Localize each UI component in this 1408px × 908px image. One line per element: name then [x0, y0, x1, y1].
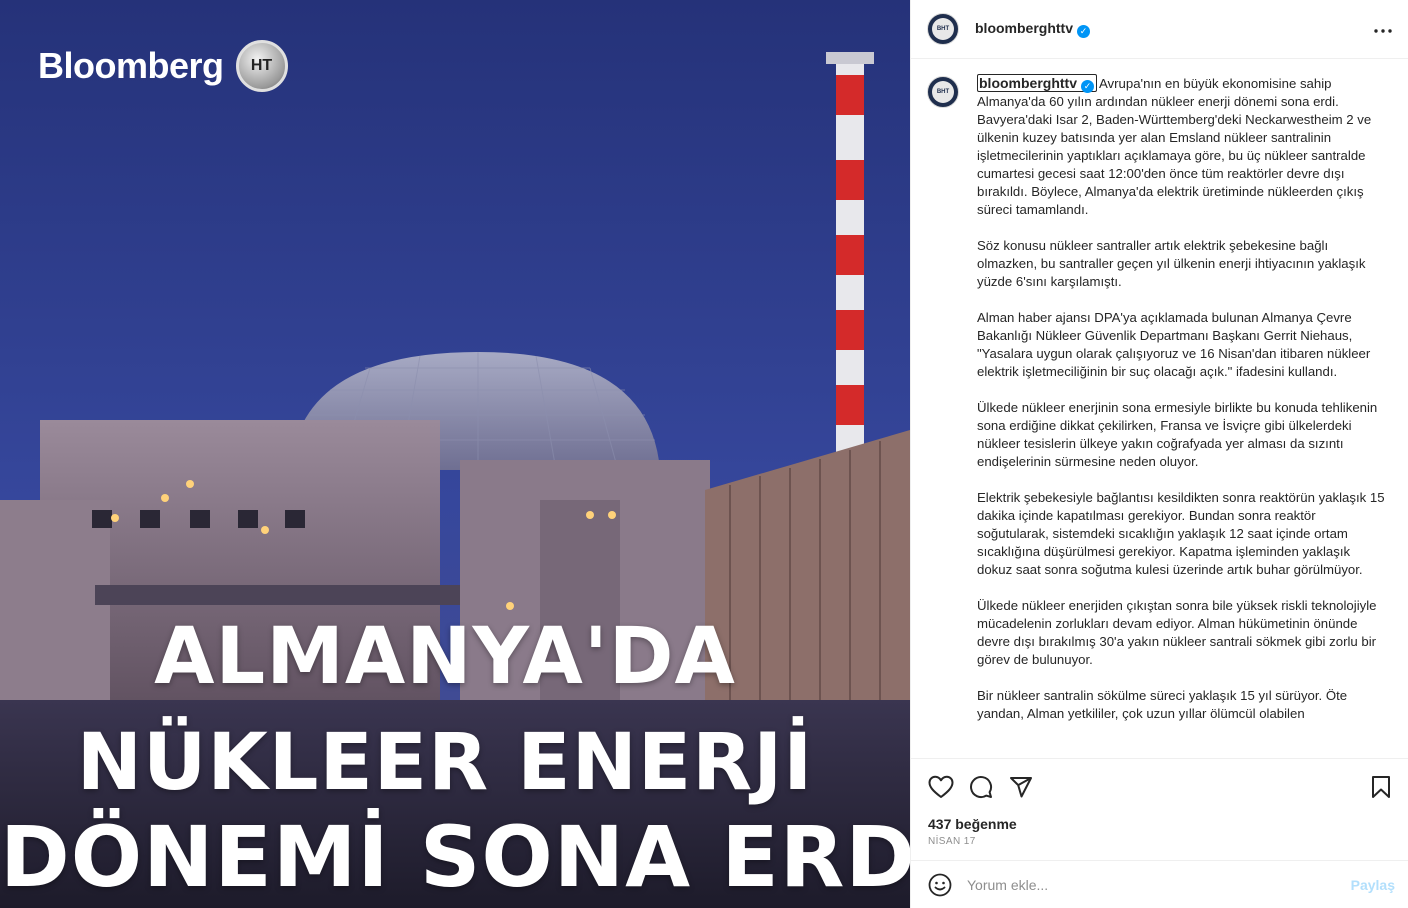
brand-logo: Bloomberg HT	[38, 40, 288, 92]
post-header: BHT bloomberghttv ✓	[911, 0, 1408, 59]
headline-line-1: ALMANYA'DA	[154, 612, 736, 702]
caption-username[interactable]: bloomberghttv ✓	[977, 74, 1097, 93]
caption-paragraph: Elektrik şebekesiyle bağlantısı kesildik…	[977, 490, 1385, 577]
ht-badge-text: HT	[250, 57, 273, 74]
post-details-panel: BHT bloomberghttv ✓ BHT bloomberghttv ✓ Avr…	[910, 0, 1408, 908]
post-actions: 437 beğenme NİSAN 17	[911, 758, 1408, 860]
verified-badge-icon: ✓	[1081, 79, 1094, 93]
save-button[interactable]	[1367, 773, 1395, 801]
caption-username-text: bloomberghttv	[979, 75, 1077, 91]
more-options-button[interactable]	[1374, 17, 1392, 37]
more-horizontal-icon	[1374, 29, 1392, 33]
caption-paragraph: bloomberghttv ✓ Avrupa'nın en büyük ekonom…	[977, 74, 1387, 219]
emoji-button[interactable]	[927, 872, 953, 898]
post-date[interactable]: NİSAN 17	[928, 836, 976, 847]
comment-icon	[970, 776, 993, 799]
brand-wordmark: Bloomberg	[38, 45, 224, 86]
heart-icon	[928, 775, 954, 798]
post-comment-button[interactable]: Paylaş	[1351, 877, 1395, 893]
avatar-logo-icon: BHT	[932, 81, 954, 103]
verified-badge-icon: ✓	[1077, 25, 1090, 38]
post-media[interactable]: Bloomberg HT ALMANYA'DA NÜKLEER ENERJİ D…	[0, 0, 910, 908]
caption-paragraph: Alman haber ajansı DPA'ya açıklamada bul…	[977, 310, 1371, 379]
comment-bar: Paylaş	[911, 860, 1408, 908]
bookmark-icon	[1372, 776, 1390, 798]
header-username-text: bloomberghttv	[975, 20, 1073, 36]
caption-paragraph: Ülkede nükleer enerjinin sona ermesiyle …	[977, 400, 1378, 469]
caption-paragraph: Bir nükleer santralin sökülme süreci yak…	[977, 688, 1348, 721]
emoji-icon	[928, 873, 952, 896]
comment-button[interactable]	[967, 773, 995, 801]
action-icons-row	[927, 773, 1395, 801]
share-button[interactable]	[1007, 773, 1035, 801]
caption-avatar[interactable]: BHT	[927, 76, 959, 108]
avatar[interactable]: BHT	[927, 13, 959, 45]
caption-text: bloomberghttv ✓ Avrupa'nın en büyük ekonom…	[977, 74, 1387, 741]
like-count[interactable]: 437 beğenme	[928, 816, 1017, 832]
avatar-logo-icon: BHT	[932, 18, 954, 40]
caption-scroll-area[interactable]: BHT bloomberghttv ✓ Avrupa'nın en büyük ek…	[911, 60, 1408, 758]
caption-row: BHT bloomberghttv ✓ Avrupa'nın en büyük ek…	[927, 74, 1393, 741]
share-icon	[1010, 777, 1032, 798]
headline-line-3: DÖNEMİ SONA ERDİ	[0, 808, 910, 906]
caption-paragraph-text: Avrupa'nın en büyük ekonomisine sahip Al…	[977, 76, 1372, 217]
headline-line-2: NÜKLEER ENERJİ	[76, 718, 814, 808]
caption-paragraph: Söz konusu nükleer santraller artık elek…	[977, 238, 1366, 289]
like-button[interactable]	[927, 773, 955, 801]
comment-input[interactable]	[967, 876, 1351, 893]
header-username[interactable]: bloomberghttv ✓	[975, 20, 1090, 38]
caption-paragraph: Ülkede nükleer enerjiden çıkıştan sonra …	[977, 598, 1377, 667]
ht-badge-icon: HT	[235, 40, 288, 92]
